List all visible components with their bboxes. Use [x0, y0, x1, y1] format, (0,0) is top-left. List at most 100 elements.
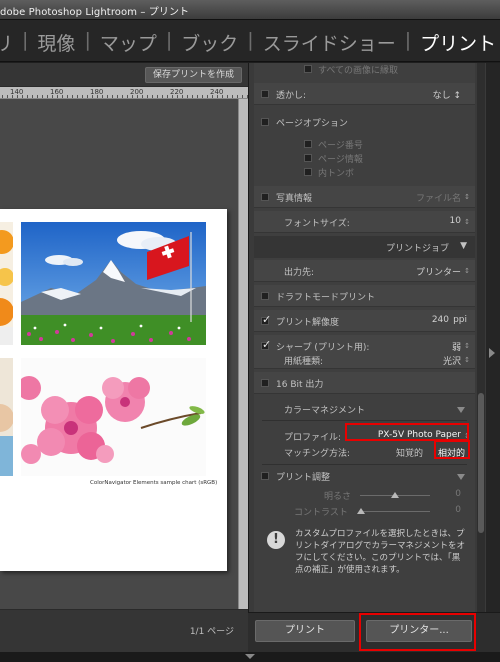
panel-scrollbar-thumb[interactable] — [478, 393, 484, 533]
print-job-header[interactable]: プリントジョブ ▼ — [254, 236, 475, 258]
ruler-tick — [107, 95, 108, 98]
ruler-tick — [177, 95, 178, 98]
font-size-label: フォントサイズ: — [284, 219, 350, 229]
ruler-tick — [97, 95, 98, 98]
page-options-label: ページオプション — [276, 119, 348, 129]
ruler-tick — [167, 95, 168, 98]
module-5[interactable]: プリント — [420, 29, 496, 56]
collapse-right-panel-icon[interactable] — [489, 348, 495, 358]
ruler-tick — [192, 95, 193, 98]
module-0[interactable]: リ — [0, 29, 13, 56]
sharpen-select[interactable]: 弱 — [452, 340, 461, 353]
print-adjustment-checkbox[interactable] — [261, 472, 269, 480]
create-saved-print-button[interactable]: 保存プリントを作成 — [144, 67, 242, 83]
divider — [262, 420, 467, 421]
page-count: 1/1 ページ — [189, 627, 234, 637]
print-resolution-value[interactable]: 240 — [432, 315, 449, 325]
font-size-select[interactable]: 10 — [450, 216, 461, 226]
alert-icon: ! — [267, 531, 285, 549]
ruler-tick — [17, 95, 18, 98]
brightness-slider-thumb[interactable] — [391, 492, 399, 498]
print-resolution-label: プリント解像度 — [276, 318, 340, 328]
page-info-row: ページ情報 — [254, 151, 475, 165]
ruler-tick — [42, 95, 43, 98]
print-resolution-unit: ppi — [453, 315, 467, 325]
print-job-collapse-icon[interactable]: ▼ — [460, 241, 467, 251]
right-panel-edge — [486, 63, 500, 652]
contrast-row: コントラスト 0 — [254, 503, 475, 519]
contrast-slider-track[interactable] — [360, 511, 430, 512]
print-page: ColorNavigator Elements sample chart (sR… — [0, 209, 227, 571]
bit16-checkbox[interactable] — [261, 379, 269, 387]
photo-info-label: 写真情報 — [276, 194, 313, 204]
watermark-row: 透かし: なし ↕ — [254, 83, 475, 105]
module-3[interactable]: ブック — [181, 29, 238, 56]
print-to-stepper-icon[interactable]: ↕ — [464, 267, 470, 275]
border-all-images-label: すべての画像に縁取 — [318, 66, 399, 76]
ruler-tick — [22, 95, 23, 98]
color-management-collapse-icon[interactable] — [457, 407, 465, 413]
ruler-tick — [2, 95, 3, 98]
print-adjustment-label: プリント調整 — [276, 473, 331, 483]
print-preview-area: 保存プリントを作成 140 160 180 200 220 240 ColorN… — [0, 63, 248, 652]
ruler-tick — [112, 95, 113, 98]
print-button[interactable]: プリント — [255, 620, 355, 642]
page-number-label: ページ番号 — [318, 141, 363, 151]
module-1[interactable]: 現像 — [37, 29, 75, 56]
ruler-tick — [227, 95, 228, 98]
ruler-tick — [242, 95, 243, 98]
ruler-tick — [47, 95, 48, 98]
watermark-checkbox[interactable] — [261, 90, 269, 98]
sharpen-stepper-icon[interactable]: ↕ — [464, 342, 470, 350]
chart-caption: ColorNavigator Elements sample chart (sR… — [90, 480, 218, 486]
module-separator: | — [404, 29, 412, 51]
page-options-checkbox[interactable] — [261, 118, 269, 126]
print-to-select[interactable]: プリンター — [416, 265, 461, 278]
media-type-stepper-icon[interactable]: ↕ — [464, 356, 470, 364]
color-management-title: カラーマネジメント — [284, 406, 366, 416]
show-filmstrip-icon[interactable] — [245, 654, 255, 659]
ruler-tick — [232, 95, 233, 98]
ruler-tick — [117, 95, 118, 98]
sharpen-label: シャープ (プリント用): — [276, 343, 370, 353]
contrast-value: 0 — [455, 505, 461, 515]
page-number-checkbox[interactable] — [304, 140, 312, 148]
intent-perceptual-option[interactable]: 知覚的 — [396, 446, 423, 459]
ruler-tick — [7, 95, 8, 98]
ruler-tick — [142, 95, 143, 98]
sharpen-row: シャープ (プリント用): 弱 ↕ 用紙種類: 光沢 ↕ — [254, 335, 475, 369]
draft-mode-row: ドラフトモードプリント — [254, 285, 475, 307]
ruler-tick — [207, 95, 208, 98]
watermark-select[interactable]: なし ↕ — [433, 88, 461, 101]
ruler-tick — [182, 95, 183, 98]
sharpen-checkbox[interactable] — [261, 338, 271, 351]
page-info-checkbox[interactable] — [304, 154, 312, 162]
photo-info-select[interactable]: ファイル名 — [416, 191, 461, 204]
photo-info-checkbox[interactable] — [261, 193, 269, 201]
ruler-tick — [82, 95, 83, 98]
bit16-row: 16 Bit 出力 — [254, 372, 475, 394]
ruler-tick — [32, 95, 33, 98]
media-type-select[interactable]: 光沢 — [443, 354, 461, 367]
crop-marks-checkbox[interactable] — [304, 168, 312, 176]
contrast-slider-thumb[interactable] — [357, 508, 365, 514]
ruler-tick — [147, 95, 148, 98]
print-adjustment-collapse-icon[interactable] — [457, 474, 465, 480]
ruler-tick — [162, 95, 163, 98]
photo-info-stepper-icon[interactable]: ↕ — [464, 193, 470, 201]
draft-mode-checkbox[interactable] — [261, 292, 269, 300]
font-size-stepper-icon[interactable]: ↕ — [464, 218, 470, 226]
ruler-tick — [152, 95, 153, 98]
panel-scrollbar[interactable] — [477, 63, 485, 652]
watermark-label: 透かし: — [276, 91, 307, 101]
color-management-header[interactable]: カラーマネジメント — [254, 398, 475, 420]
print-resolution-checkbox[interactable] — [261, 313, 271, 326]
print-to-row: 出力先: プリンター ↕ — [254, 260, 475, 282]
border-all-images-checkbox[interactable] — [304, 65, 312, 73]
module-2[interactable]: マップ — [100, 29, 157, 56]
module-4[interactable]: スライドショー — [263, 29, 396, 56]
ruler-tick — [62, 95, 63, 98]
module-separator: | — [22, 29, 29, 51]
ruler-tick — [57, 95, 58, 98]
print-job-title: プリントジョブ — [385, 244, 449, 254]
